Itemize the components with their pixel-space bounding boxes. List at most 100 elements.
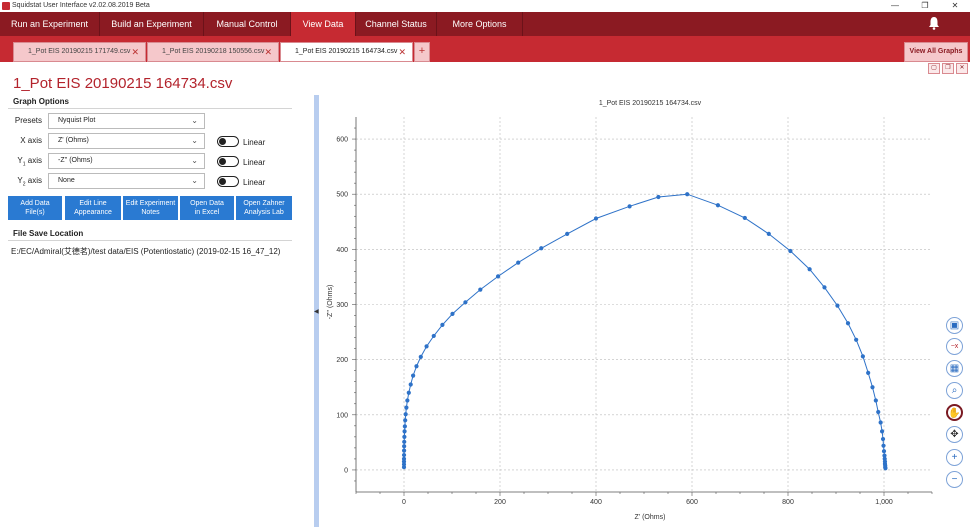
x-axis-title: Z' (Ohms) — [635, 514, 666, 521]
add-tab-button[interactable]: + — [414, 42, 430, 62]
presets-label: Presets — [14, 116, 42, 125]
menu-channel-status[interactable]: Channel Status — [356, 12, 437, 36]
button-label-line-2: Analysis Lab — [244, 209, 284, 216]
button-label-line-1: Open Zahner — [243, 200, 285, 207]
data-point — [402, 424, 407, 429]
tab-close-icon[interactable]: ✕ — [264, 43, 272, 61]
nyquist-plot[interactable]: 1_Pot EIS 20190215 164734.csv 0 200 400 600… — [320, 95, 940, 527]
y2-axis-select[interactable]: None ⌄ — [48, 173, 205, 189]
pan-hand-icon[interactable]: ✋ — [946, 404, 963, 421]
add-data-files-button[interactable]: Add Data File(s) — [8, 196, 62, 220]
close-panel-icon[interactable]: ✕ — [956, 63, 968, 74]
x-tick-label: 200 — [494, 499, 506, 506]
data-point — [431, 333, 436, 339]
file-tab-bar: 1_Pot EIS 20190215 171749.csv ✕ 1_Pot EI… — [0, 36, 970, 62]
divider — [8, 240, 292, 241]
save-image-icon[interactable]: ▣ — [946, 317, 963, 334]
edit-line-appearance-button[interactable]: Edit Line Appearance — [65, 196, 121, 220]
y-tick-label: 400 — [336, 247, 348, 254]
data-point — [870, 385, 875, 390]
open-zahner-analysis-lab-button[interactable]: Open Zahner Analysis Lab — [236, 196, 292, 220]
y-tick-label: 100 — [336, 412, 348, 419]
panel-splitter[interactable]: ◀ — [314, 95, 319, 527]
data-point — [845, 321, 851, 326]
zoom-out-icon[interactable]: − — [946, 471, 963, 488]
menu-manual-control[interactable]: Manual Control — [204, 12, 291, 36]
minimize-button[interactable]: — — [880, 0, 910, 12]
button-label-line-2: Appearance — [74, 209, 112, 216]
x-axis-value: Z' (Ohms) — [58, 137, 89, 144]
y-tick-label: 0 — [344, 467, 348, 474]
edit-experiment-notes-button[interactable]: Edit Experiment Notes — [123, 196, 178, 220]
data-point — [742, 215, 747, 221]
toggle-knob — [219, 138, 226, 145]
y1-suffix: axis — [25, 156, 42, 165]
file-save-path: E:/EC/Admiral(艾德茗)/test data/EIS (Potent… — [11, 247, 281, 256]
data-point — [539, 246, 544, 251]
menu-more-options[interactable]: More Options — [437, 12, 523, 36]
x-axis-linear-label: Linear — [243, 138, 266, 147]
button-label-line-1: Edit Line — [79, 200, 107, 207]
panel-controls: ▢ ❐ ✕ — [928, 63, 968, 74]
data-point — [866, 370, 871, 375]
view-all-graphs-button[interactable]: View All Graphs — [904, 42, 968, 62]
menu-run-experiment[interactable]: Run an Experiment — [0, 12, 100, 36]
app-logo-icon — [2, 2, 10, 10]
chevron-down-icon: ⌄ — [191, 156, 198, 165]
maximize-panel-icon[interactable]: ▢ — [928, 63, 940, 74]
remove-series-icon[interactable]: −x — [946, 338, 963, 355]
y1-axis-label: Y1 axis — [12, 156, 42, 168]
x-axis-linear-toggle[interactable] — [217, 136, 239, 147]
data-point — [440, 322, 445, 328]
notification-bell-icon[interactable] — [928, 16, 940, 30]
move-arrows-icon[interactable]: ✥ — [946, 426, 963, 443]
chart-title: 1_Pot EIS 20190215 164734.csv — [599, 100, 702, 107]
chevron-down-icon: ⌄ — [191, 136, 198, 145]
x-axis-select[interactable]: Z' (Ohms) ⌄ — [48, 133, 205, 149]
data-point — [881, 449, 887, 454]
y2-axis-label: Y2 axis — [12, 176, 42, 188]
open-data-in-excel-button[interactable]: Open Data in Excel — [180, 196, 234, 220]
x-tick-label: 400 — [590, 499, 602, 506]
y1-axis-linear-label: Linear — [243, 158, 266, 167]
file-save-location-heading: File Save Location — [13, 229, 84, 238]
data-point — [822, 285, 827, 290]
presets-select[interactable]: Nyquist Plot ⌄ — [48, 113, 205, 129]
zoom-in-icon[interactable]: + — [946, 449, 963, 466]
tab-label: 1_Pot EIS 20190218 150556.csv — [162, 48, 265, 55]
data-point — [411, 373, 416, 378]
y2-suffix: axis — [25, 176, 42, 185]
data-point — [876, 409, 881, 415]
data-point — [402, 439, 407, 444]
button-label-line-2: in Excel — [194, 209, 220, 216]
y2-axis-linear-label: Linear — [243, 178, 266, 187]
collapse-arrow-icon[interactable]: ◀ — [314, 308, 319, 315]
y1-axis-linear-toggle[interactable] — [217, 156, 239, 167]
y2-axis-linear-toggle[interactable] — [217, 176, 239, 187]
x-axis-label: X axis — [20, 136, 42, 145]
button-label-line-1: Open Data — [190, 200, 224, 207]
tab-file-2[interactable]: 1_Pot EIS 20190218 150556.csv ✕ — [147, 42, 279, 62]
main-menu-bar: Run an Experiment Build an Experiment Ma… — [0, 12, 970, 36]
data-point — [766, 231, 771, 237]
data-point — [860, 354, 865, 359]
zoom-select-icon[interactable]: ⌕ — [946, 382, 963, 399]
data-point — [418, 354, 423, 359]
menu-build-experiment[interactable]: Build an Experiment — [100, 12, 204, 36]
restore-button[interactable]: ❐ — [910, 0, 940, 12]
y1-axis-select[interactable]: -Z'' (Ohms) ⌄ — [48, 153, 205, 169]
undock-panel-icon[interactable]: ❐ — [942, 63, 954, 74]
data-point — [402, 429, 407, 434]
tab-close-icon[interactable]: ✕ — [131, 43, 139, 61]
data-point — [835, 303, 840, 308]
tab-label: 1_Pot EIS 20190215 164734.csv — [295, 48, 398, 55]
chevron-down-icon: ⌄ — [191, 176, 198, 185]
tab-file-3[interactable]: 1_Pot EIS 20190215 164734.csv ✕ — [280, 42, 413, 62]
presets-value: Nyquist Plot — [58, 117, 96, 124]
tab-close-icon[interactable]: ✕ — [398, 43, 406, 61]
close-window-button[interactable]: ✕ — [940, 0, 970, 12]
menu-view-data[interactable]: View Data — [291, 12, 356, 36]
data-point — [880, 436, 886, 442]
grid-toggle-icon[interactable]: ▦ — [946, 360, 963, 377]
tab-file-1[interactable]: 1_Pot EIS 20190215 171749.csv ✕ — [13, 42, 146, 62]
